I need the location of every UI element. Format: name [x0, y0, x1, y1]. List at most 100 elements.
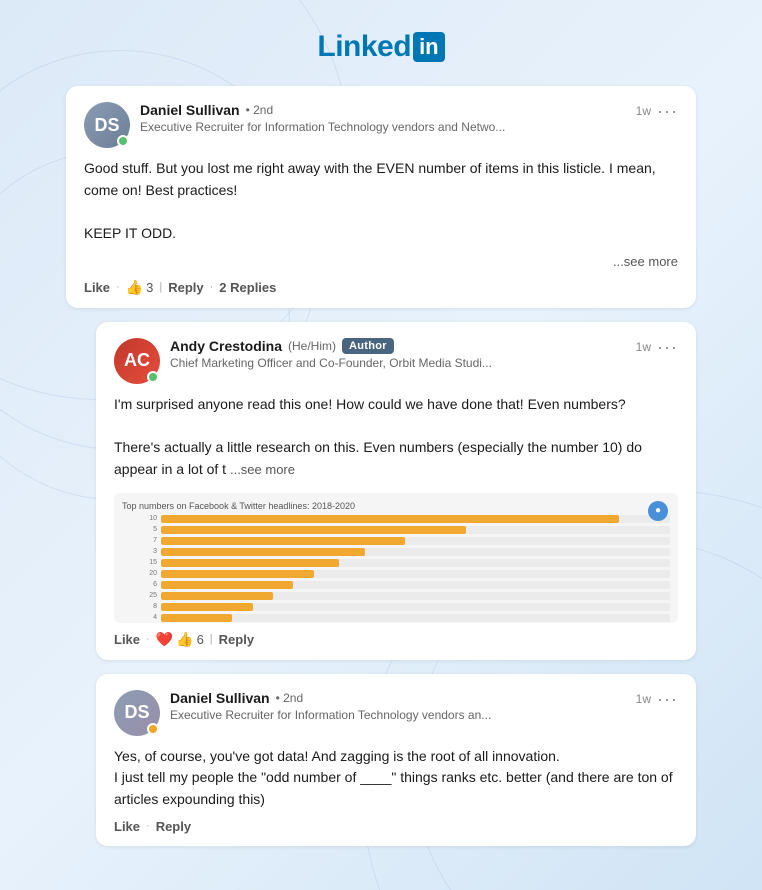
chart-bar-row: 20: [122, 570, 670, 578]
linkedin-logo: Linked in: [317, 30, 444, 64]
author-title-3: Executive Recruiter for Information Tech…: [170, 708, 491, 722]
reaction-emoji-2a: ❤️: [156, 631, 173, 648]
chart-bar-row: 8: [122, 603, 670, 611]
see-more-1[interactable]: ...see more: [613, 254, 678, 269]
chart-bar-label: 10: [122, 515, 157, 522]
chart-bar-fill: [161, 603, 253, 611]
time-label-2: 1w: [636, 340, 651, 354]
chart-bar-fill: [161, 559, 339, 567]
avatar-andy: AC: [114, 338, 160, 384]
degree-badge-1: • 2nd: [246, 103, 274, 117]
comment-card-2: AC Andy Crestodina (He/Him) Author Chief…: [96, 322, 696, 660]
chart-bar-row: 5: [122, 526, 670, 534]
avatar-daniel-2: DS: [114, 690, 160, 736]
chart-bar-track: [161, 559, 670, 567]
author-name-2: Andy Crestodina: [170, 338, 282, 354]
reaction-count-2: 6: [197, 632, 204, 647]
comment-text-3b: I just tell my people the "odd number of…: [114, 769, 673, 807]
comment-text-2b: There's actually a little research on th…: [114, 439, 642, 477]
more-menu-1[interactable]: ···: [657, 102, 678, 120]
author-info-1: Daniel Sullivan • 2nd Executive Recruite…: [140, 102, 505, 134]
comment-body-3: Yes, of course, you've got data! And zag…: [114, 746, 678, 811]
author-info-2: Andy Crestodina (He/Him) Author Chief Ma…: [170, 338, 492, 370]
chart-bar-label: 8: [122, 603, 157, 610]
comment-text-3a: Yes, of course, you've got data! And zag…: [114, 748, 560, 764]
author-title-1: Executive Recruiter for Information Tech…: [140, 120, 505, 134]
degree-badge-2: (He/Him): [288, 339, 336, 353]
chart-bar-label: 6: [122, 581, 157, 588]
comment-header-left-1: DS Daniel Sullivan • 2nd Executive Recru…: [84, 102, 505, 148]
author-name-row-3: Daniel Sullivan • 2nd: [170, 690, 491, 706]
reaction-count-1: 3: [146, 280, 153, 295]
chart-bar-row: 10: [122, 515, 670, 523]
chart-bar-track: [161, 526, 670, 534]
chart-bar-fill: [161, 548, 365, 556]
sep-1c: ·: [210, 281, 214, 293]
more-menu-3[interactable]: ···: [657, 690, 678, 708]
sep-2a: ·: [146, 633, 150, 645]
like-button-2[interactable]: Like: [114, 632, 140, 647]
chart-bars: 10 5 7 3 15 20 6 25 8 4: [122, 515, 670, 622]
chart-bar-fill: [161, 515, 619, 523]
chart-bar-label: 4: [122, 614, 157, 621]
author-title-2: Chief Marketing Officer and Co-Founder, …: [170, 356, 492, 370]
comment-header-3: DS Daniel Sullivan • 2nd Executive Recru…: [114, 690, 678, 736]
chart-bar-track: [161, 592, 670, 600]
reply-button-3[interactable]: Reply: [156, 819, 191, 834]
chart-bar-fill: [161, 614, 232, 622]
chart-bar-fill: [161, 592, 273, 600]
reply-button-1[interactable]: Reply: [168, 280, 203, 295]
sep-3a: ·: [146, 820, 150, 832]
replies-link-1[interactable]: 2 Replies: [219, 280, 276, 295]
comment-header-left-2: AC Andy Crestodina (He/Him) Author Chief…: [114, 338, 492, 384]
comment-actions-3: Like · Reply: [114, 819, 678, 834]
reply-button-2[interactable]: Reply: [219, 632, 254, 647]
chart-bar-label: 7: [122, 537, 157, 544]
chart-bar-track: [161, 570, 670, 578]
chart-bar-label: 5: [122, 526, 157, 533]
author-info-3: Daniel Sullivan • 2nd Executive Recruite…: [170, 690, 491, 722]
chart-area: Top numbers on Facebook & Twitter headli…: [114, 493, 678, 623]
sep-2b: |: [210, 633, 213, 645]
status-dot-daniel-1: [117, 135, 129, 147]
like-button-3[interactable]: Like: [114, 819, 140, 834]
author-name-row-2: Andy Crestodina (He/Him) Author: [170, 338, 492, 354]
comment-meta-right-3: 1w ···: [636, 690, 678, 708]
chart-bar-track: [161, 603, 670, 611]
comment-body-1: Good stuff. But you lost me right away w…: [84, 158, 678, 245]
comment-header-left-3: DS Daniel Sullivan • 2nd Executive Recru…: [114, 690, 491, 736]
feed-container: DS Daniel Sullivan • 2nd Executive Recru…: [66, 86, 696, 860]
author-badge-2: Author: [342, 338, 394, 354]
chart-bar-fill: [161, 570, 314, 578]
author-name-1: Daniel Sullivan: [140, 102, 240, 118]
chart-bar-row: 15: [122, 559, 670, 567]
comment-text-1b: KEEP IT ODD.: [84, 225, 176, 241]
chart-bar-label: 20: [122, 570, 157, 577]
status-dot-andy: [147, 371, 159, 383]
chart-bar-label: 15: [122, 559, 157, 566]
chart-title: Top numbers on Facebook & Twitter headli…: [122, 501, 670, 511]
chart-icon: ●: [648, 501, 668, 521]
chart-bar-row: 3: [122, 548, 670, 556]
chart-bar-track: [161, 548, 670, 556]
chart-bar-row: 4: [122, 614, 670, 622]
comment-meta-right-1: 1w ···: [636, 102, 678, 120]
chart-bar-fill: [161, 537, 405, 545]
comment-header-1: DS Daniel Sullivan • 2nd Executive Recru…: [84, 102, 678, 148]
chart-bar-row: 6: [122, 581, 670, 589]
chart-bar-label: 3: [122, 548, 157, 555]
reaction-group-1: 👍 3: [126, 279, 154, 296]
like-button-1[interactable]: Like: [84, 280, 110, 295]
comment-text-2a: I'm surprised anyone read this one! How …: [114, 396, 626, 412]
linkedin-logo-text: Linked: [317, 30, 411, 64]
chart-bar-row: 25: [122, 592, 670, 600]
comment-actions-2: Like · ❤️ 👍 6 | Reply: [114, 631, 678, 648]
avatar-daniel-1: DS: [84, 102, 130, 148]
linkedin-in-badge: in: [413, 32, 445, 62]
more-menu-2[interactable]: ···: [657, 338, 678, 356]
comment-meta-right-2: 1w ···: [636, 338, 678, 356]
chart-bar-track: [161, 537, 670, 545]
see-more-2[interactable]: ...see more: [230, 462, 295, 477]
time-label-3: 1w: [636, 692, 651, 706]
chart-bar-fill: [161, 581, 293, 589]
